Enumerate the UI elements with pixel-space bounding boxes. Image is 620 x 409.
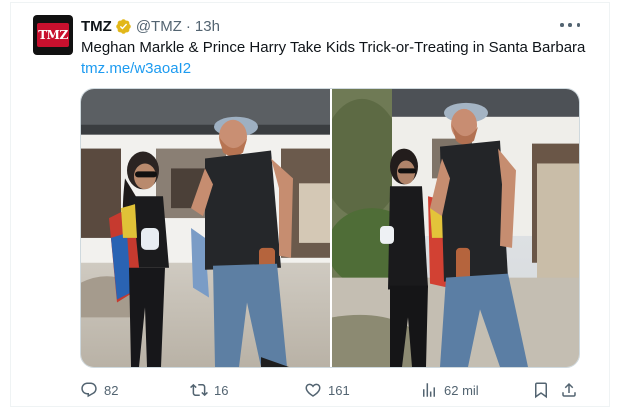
reply-button[interactable]: 82 [80, 380, 118, 400]
tweet-text: Meghan Markle & Prince Harry Take Kids T… [81, 39, 586, 56]
author-name[interactable]: TMZ [81, 18, 112, 35]
bookmark-icon [535, 382, 547, 399]
tmz-logo: TMZ [37, 23, 69, 47]
more-options-icon[interactable] [560, 16, 580, 34]
bookmark-button[interactable] [532, 380, 550, 400]
like-button[interactable]: 161 [304, 380, 350, 400]
photo-left[interactable] [81, 89, 330, 367]
like-count: 161 [328, 382, 350, 398]
separator-dot: · [185, 17, 191, 35]
tweet-link[interactable]: tmz.me/w3aoaI2 [81, 59, 191, 78]
timestamp[interactable]: 13h [195, 18, 220, 35]
photo-right[interactable] [332, 89, 579, 367]
views-chart-icon [423, 383, 435, 397]
reply-icon [81, 382, 97, 398]
heart-icon [305, 383, 321, 397]
views-button[interactable]: 62 mil [420, 380, 479, 400]
avatar[interactable]: TMZ [33, 15, 73, 55]
repost-count: 16 [214, 382, 229, 398]
share-button[interactable] [560, 380, 578, 400]
reply-count: 82 [104, 382, 119, 398]
share-icon [562, 382, 576, 397]
views-count: 62 mil [444, 382, 479, 398]
verified-badge-icon[interactable] [115, 18, 132, 35]
action-bar: 82 16 161 62 mil [80, 380, 580, 400]
logo-text: TMZ [38, 28, 68, 42]
repost-button[interactable]: 16 [190, 380, 228, 400]
media-grid [80, 88, 580, 368]
tweet-header: TMZ @TMZ · 13h [81, 17, 220, 35]
author-handle[interactable]: @TMZ [136, 18, 182, 35]
repost-icon [190, 383, 208, 397]
